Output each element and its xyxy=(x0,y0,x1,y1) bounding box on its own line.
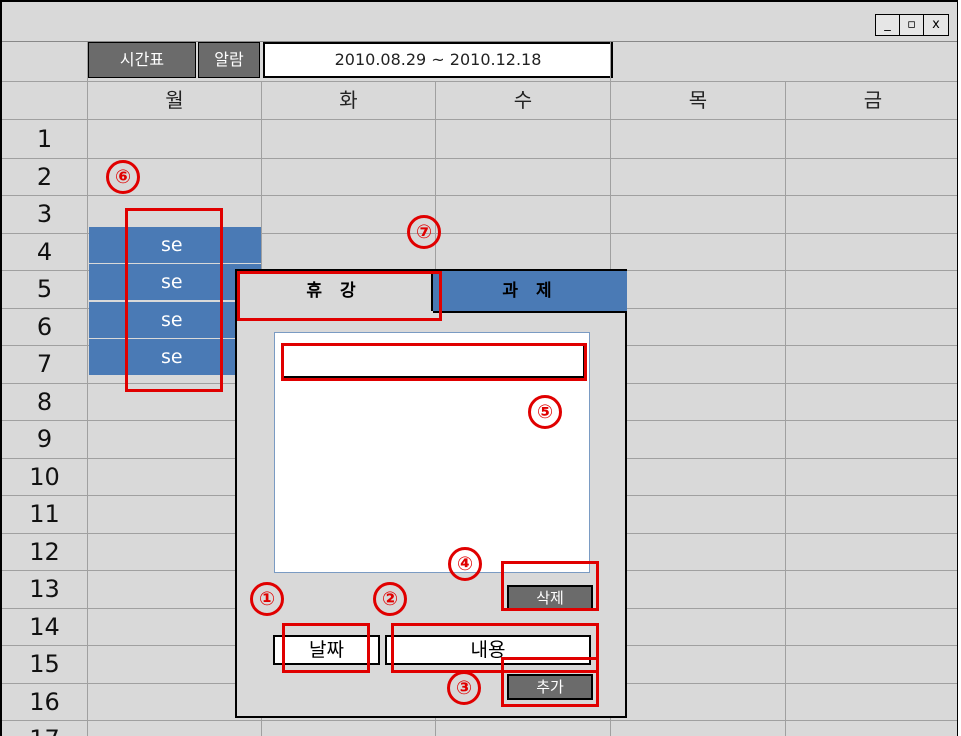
tab-assignment[interactable]: 과 제 xyxy=(433,271,627,311)
grid-line xyxy=(2,720,957,721)
alarm-tab[interactable]: 알람 xyxy=(198,42,260,78)
date-range-field[interactable]: 2010.08.29 ~ 2010.12.18 xyxy=(263,42,613,78)
period-number: 13 xyxy=(29,575,60,603)
day-header-wed: 수 xyxy=(513,88,533,112)
day-header-thu: 목 xyxy=(688,88,708,112)
grid-line xyxy=(2,158,957,159)
minimize-button[interactable]: _ xyxy=(876,15,900,35)
period-number: 16 xyxy=(29,688,60,716)
period-number: 6 xyxy=(36,313,53,341)
tab-underline xyxy=(433,311,627,313)
day-header-tue: 화 xyxy=(339,88,358,112)
period-number: 4 xyxy=(36,238,53,266)
period-number: 2 xyxy=(36,163,53,191)
period-number: 1 xyxy=(36,125,53,153)
annotation-marker: ② xyxy=(373,582,407,616)
period-number: 14 xyxy=(29,613,60,641)
restore-button[interactable]: ▫ xyxy=(900,15,924,35)
window-controls: _ ▫ x xyxy=(875,14,949,36)
period-number: 11 xyxy=(29,500,60,528)
event-dialog: 휴 강 과 제 삭제 날짜 내용 추가 ⑤ ④ ① ② ③ xyxy=(235,269,627,718)
period-number: 8 xyxy=(36,388,53,416)
annotation-marker: ① xyxy=(250,582,284,616)
period-number: 12 xyxy=(29,538,60,566)
annotation-marker: ③ xyxy=(447,671,481,705)
annotation-highlight xyxy=(125,208,223,392)
annotation-marker: ⑥ xyxy=(106,160,140,194)
annotation-marker: ④ xyxy=(448,547,482,581)
annotation-highlight xyxy=(501,561,599,611)
grid-line xyxy=(2,195,957,196)
period-number: 9 xyxy=(36,425,53,453)
grid-line xyxy=(87,42,88,736)
period-number: 10 xyxy=(29,463,60,491)
close-button[interactable]: x xyxy=(924,15,948,35)
day-header-fri: 금 xyxy=(863,88,883,112)
annotation-highlight xyxy=(501,657,599,707)
annotation-marker: ⑤ xyxy=(528,395,562,429)
period-number: 15 xyxy=(29,650,60,678)
period-number: 5 xyxy=(36,275,53,303)
timetable-tab[interactable]: 시간표 xyxy=(88,42,196,78)
period-number: 7 xyxy=(36,350,53,378)
grid-line xyxy=(2,119,957,120)
timetable-window: _ ▫ x 시간표 알람 2010.08.29 ~ 2010.12.18 월 화… xyxy=(0,0,958,736)
period-number: 3 xyxy=(36,200,53,228)
period-number: 17 xyxy=(2,720,87,736)
day-header-mon: 월 xyxy=(165,88,184,112)
annotation-highlight xyxy=(282,623,370,673)
annotation-marker: ⑦ xyxy=(407,215,441,249)
annotation-highlight xyxy=(281,343,587,381)
annotation-highlight xyxy=(237,271,442,321)
grid-line xyxy=(785,82,786,736)
